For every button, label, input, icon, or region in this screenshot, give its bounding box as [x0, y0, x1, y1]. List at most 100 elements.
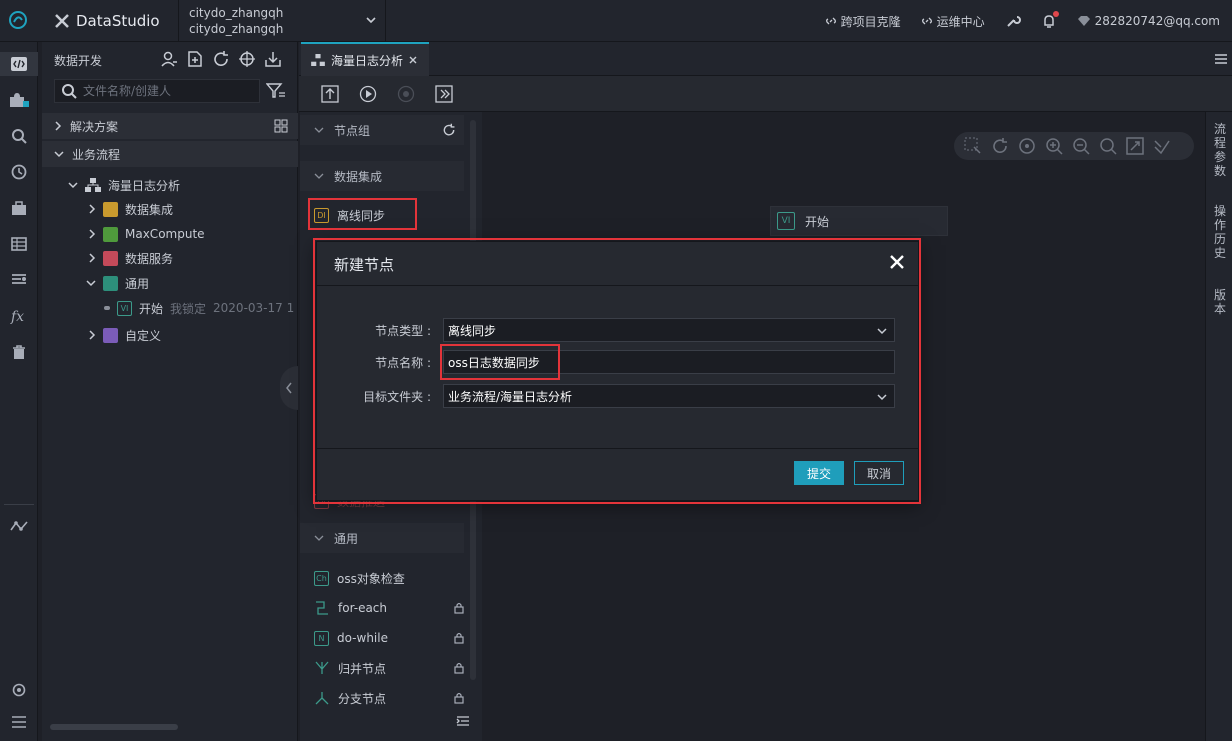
locate-crosshair-icon[interactable]	[238, 50, 256, 68]
canvas-start-node[interactable]: VI 开始	[770, 206, 948, 236]
palette-group-node-groups[interactable]: 节点组	[300, 115, 464, 145]
palette-group-data-integration[interactable]: 数据集成	[300, 161, 464, 191]
oss-check-icon: Ch	[314, 570, 329, 586]
submit-upload-icon[interactable]	[321, 84, 339, 103]
chevron-down-icon	[877, 328, 887, 335]
cross-project-clone-link[interactable]: 跨项目克隆	[825, 13, 901, 30]
new-node-dialog: 新建节点 节点类型 : 离线同步 节点名称 : 目标文件夹 : 业务流程/海量日…	[316, 241, 920, 501]
search-icon[interactable]	[1099, 137, 1117, 155]
node-type-select[interactable]: 离线同步	[443, 318, 895, 342]
lock-icon	[454, 662, 464, 674]
chevron-right-icon	[55, 121, 62, 131]
svg-text:fx: fx	[10, 309, 24, 324]
file-search-input[interactable]	[83, 84, 253, 98]
wrench-icon[interactable]	[1005, 13, 1021, 29]
chevron-down-icon	[54, 151, 64, 158]
puzzle-icon[interactable]	[7, 88, 31, 112]
clock-icon[interactable]	[7, 160, 31, 184]
settings-gear-icon[interactable]	[7, 678, 31, 702]
zoom-in-icon[interactable]	[1045, 137, 1063, 155]
go-to-ops-icon[interactable]	[435, 84, 453, 103]
virtual-node-icon: VI	[117, 300, 132, 316]
palette-item-branch-node[interactable]: 分支节点	[314, 687, 464, 709]
node-name-input[interactable]	[448, 355, 878, 369]
import-icon[interactable]	[264, 50, 282, 68]
canvas-toolbar	[954, 132, 1194, 160]
chevron-down-icon	[366, 17, 376, 24]
palette-group-general[interactable]: 通用	[300, 523, 464, 553]
top-right-actions: 跨项目克隆 运维中心 282820742@qq.com	[825, 0, 1220, 42]
tree-item-flow[interactable]: 海量日志分析	[68, 174, 180, 196]
lock-icon	[454, 602, 464, 614]
stop-icon[interactable]	[397, 85, 415, 103]
menu-hamburger-icon[interactable]	[7, 710, 31, 734]
node-name-label: 节点名称 :	[375, 356, 431, 370]
chevron-left-icon	[286, 382, 292, 394]
tree-item-start-node[interactable]: VI 开始 我锁定 2020-03-17 1	[104, 297, 294, 319]
notification-bell-icon[interactable]	[1041, 11, 1059, 29]
flow-params-tab[interactable]: 流程参数	[1214, 122, 1228, 178]
refresh-icon[interactable]	[991, 137, 1009, 155]
palette-item-merge-node[interactable]: 归并节点	[314, 657, 464, 679]
list-icon[interactable]	[7, 268, 31, 292]
tree-item-general[interactable]: 通用	[86, 272, 149, 294]
grid-view-icon[interactable]	[274, 119, 288, 133]
tree-item-custom[interactable]: 自定义	[88, 324, 161, 346]
dialog-footer-divider	[317, 448, 920, 449]
code-icon[interactable]	[7, 52, 31, 76]
chevron-down-icon	[314, 173, 324, 179]
submit-button[interactable]: 提交	[794, 461, 844, 485]
operation-history-tab[interactable]: 操作历史	[1214, 204, 1228, 260]
palette-item-oss-check[interactable]: Ch oss对象检查	[314, 567, 464, 589]
menu-hamburger-icon[interactable]	[1214, 53, 1228, 65]
close-icon[interactable]	[888, 253, 906, 271]
tree-item-data-integration[interactable]: 数据集成	[88, 198, 173, 220]
account-menu[interactable]: 282820742@qq.com	[1077, 14, 1220, 28]
operation-center-link[interactable]: 运维中心	[921, 13, 985, 30]
palette-item-offline-sync[interactable]: DI 离线同步	[314, 204, 464, 226]
branch-icon	[315, 692, 329, 705]
brand[interactable]: DataStudio	[54, 12, 160, 30]
function-fx-icon[interactable]: fx	[7, 304, 31, 328]
graph-network-icon[interactable]	[7, 514, 31, 538]
fit-screen-icon[interactable]	[1126, 137, 1144, 155]
new-file-icon[interactable]	[186, 50, 204, 68]
palette-item-for-each[interactable]: for-each	[314, 597, 464, 619]
chevron-down-icon	[314, 127, 324, 133]
zoom-out-icon[interactable]	[1072, 137, 1090, 155]
briefcase-icon[interactable]	[7, 196, 31, 220]
dialog-title: 新建节点	[334, 256, 395, 274]
target-folder-label: 目标文件夹 :	[363, 390, 431, 404]
run-play-icon[interactable]	[359, 85, 377, 103]
trash-icon[interactable]	[7, 340, 31, 364]
dialog-divider	[317, 285, 920, 286]
user-icon[interactable]	[160, 50, 178, 68]
palette-item-do-while[interactable]: N do-while	[314, 627, 464, 649]
refresh-icon[interactable]	[212, 50, 230, 68]
explorer-scrollbar[interactable]	[50, 724, 178, 730]
version-tab[interactable]: 版本	[1214, 288, 1228, 316]
tree-item-data-service[interactable]: 数据服务	[88, 247, 173, 269]
node-name-field[interactable]	[443, 350, 895, 374]
chevron-down-icon	[877, 394, 887, 401]
table-icon[interactable]	[7, 232, 31, 256]
cancel-button[interactable]: 取消	[854, 461, 904, 485]
section-business-flows[interactable]: 业务流程	[42, 141, 298, 167]
filter-icon[interactable]	[266, 82, 286, 100]
refresh-icon[interactable]	[442, 123, 456, 137]
workspace-switcher[interactable]: citydo_zhangqh citydo_zhangqh	[178, 0, 386, 42]
format-brush-icon[interactable]	[1153, 137, 1171, 155]
general-icon	[103, 275, 118, 291]
target-folder-select[interactable]: 业务流程/海量日志分析	[443, 384, 895, 408]
file-search-box[interactable]	[54, 79, 260, 103]
section-solutions[interactable]: 解决方案	[42, 113, 298, 139]
close-icon[interactable]	[409, 56, 417, 64]
search-icon[interactable]	[7, 124, 31, 148]
collapse-list-icon[interactable]	[456, 715, 470, 727]
tree-item-maxcompute[interactable]: MaxCompute	[88, 223, 205, 245]
virtual-node-icon: VI	[777, 212, 795, 230]
box-select-icon[interactable]	[964, 137, 982, 155]
dataworks-logo-icon[interactable]	[8, 10, 28, 30]
auto-layout-icon[interactable]	[1018, 137, 1036, 155]
tab-log-analysis[interactable]: 海量日志分析	[301, 42, 429, 76]
